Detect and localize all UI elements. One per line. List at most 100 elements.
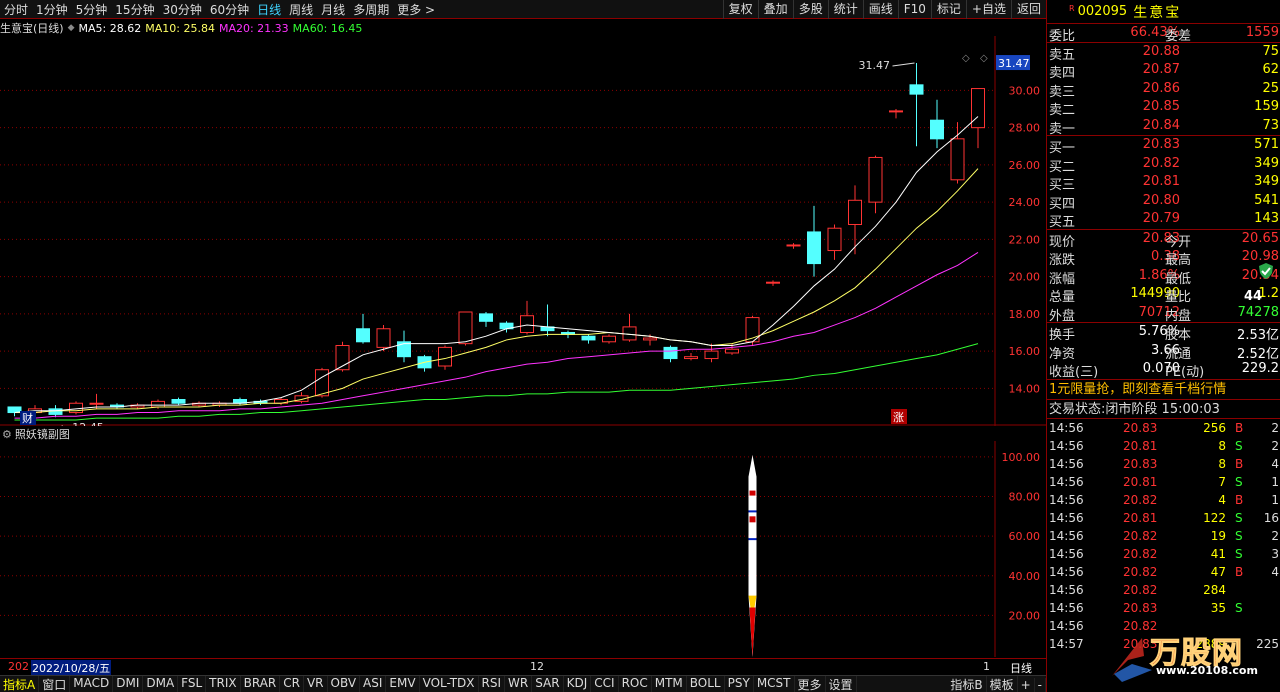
tick-count: 1 (1271, 474, 1279, 489)
collapse-icon[interactable]: ◆ (68, 23, 75, 33)
candle-body (950, 138, 965, 181)
indicator-right-button[interactable]: 模板 (987, 676, 1018, 692)
tick-time: 14:56 (1049, 564, 1084, 579)
tick-time: 14:56 (1049, 618, 1084, 633)
indicator-tab[interactable]: VOL-TDX (420, 675, 479, 692)
period-tab[interactable]: 5分钟 (72, 1, 112, 18)
indicator-tab[interactable]: RSI (479, 675, 506, 692)
shield-icon[interactable] (1257, 262, 1275, 280)
weibi-row: 委比 66.43% 委差 1559 (1047, 24, 1280, 44)
indicator-tab[interactable]: PSY (725, 675, 754, 692)
diamond-icon[interactable]: ◇ (980, 53, 988, 64)
quote-label: 涨跌 (1049, 253, 1076, 268)
indicator-tab[interactable]: BRAR (241, 675, 281, 692)
indicator-tab[interactable]: SAR (532, 675, 564, 692)
tool-button[interactable]: 标记 (930, 0, 966, 19)
tick-price: 20.82 (1123, 546, 1158, 561)
tool-button[interactable]: F10 (897, 0, 931, 19)
trade-state-time: 15:00:03 (1161, 401, 1220, 417)
period-tab[interactable]: 分时 (0, 1, 32, 18)
period-tab[interactable]: 月线 (317, 1, 349, 18)
indicator-tab[interactable]: VR (304, 675, 328, 692)
fund-label2: 股本 (1165, 328, 1192, 343)
indicator-tab[interactable]: TRIX (206, 675, 241, 692)
tick-row: 14:56 20.82 284 (1047, 581, 1280, 599)
tick-row: 14:56 20.81 8 S 2 (1047, 437, 1280, 455)
bid-price: 20.83 (1142, 137, 1180, 152)
price-tick-label: 18.00 (1009, 308, 1041, 321)
candle-body (315, 369, 329, 397)
tool-button[interactable]: 多股 (792, 0, 828, 19)
period-tab[interactable]: 30分钟 (159, 1, 206, 18)
indicator-tab[interactable]: OBV (328, 675, 361, 692)
weicha-value: 1559 (1245, 25, 1279, 40)
date-start: 202 (8, 660, 29, 673)
indicator-chart[interactable]: 100.00 80.00 60.00 40.00 20.00 (0, 441, 1046, 657)
tick-side: S (1235, 546, 1243, 561)
period-tab[interactable]: 15分钟 (111, 1, 158, 18)
sub-chart-header: ⚙ 照妖镜副图 (0, 427, 70, 442)
ma10-line (14, 168, 979, 414)
fund-row: 净资 3.66 流通 2.52亿 (1047, 342, 1280, 362)
quote-label: 现价 (1049, 234, 1076, 250)
indicator-tab[interactable]: MCST (754, 675, 795, 692)
candle-body (827, 227, 842, 252)
trade-state-label: 交易状态: (1049, 401, 1106, 417)
indicator-tab[interactable]: WR (505, 675, 533, 692)
indicator-tab[interactable]: ROC (619, 675, 652, 692)
indicator-marker (748, 510, 757, 513)
indicator-tab[interactable]: FSL (178, 675, 207, 692)
indicator-right-button[interactable]: + (1018, 677, 1035, 692)
period-tab[interactable]: 周线 (285, 1, 317, 18)
ask-volume: 159 (1254, 99, 1279, 114)
stock-header: R 002095 生意宝 (1047, 0, 1280, 24)
indicator-tab[interactable]: DMI (113, 675, 144, 692)
tool-button[interactable]: +自选 (965, 0, 1011, 19)
fundamentals: 换手 5.76% 股本 2.53亿 净资 3.66 流通 2.52亿 收益(三) 0.070 PE(… (1047, 323, 1280, 380)
candle-body (868, 156, 883, 203)
tick-count: 3 (1271, 546, 1279, 561)
sub-chart-settings-icon[interactable]: ⚙ (2, 428, 12, 441)
trade-state: 交易状态:闭市阶段 15:00:03 (1047, 400, 1280, 419)
period-label[interactable]: 日线 (1010, 660, 1032, 676)
period-tab[interactable]: 更多 > (393, 1, 439, 18)
candlestick-chart[interactable]: 30.00 28.00 26.00 24.00 22.00 20.00 18.00 16.00… (0, 36, 1046, 426)
indicator-tab[interactable]: CCI (591, 675, 619, 692)
indicator-tab[interactable]: 更多 (795, 675, 826, 692)
tool-button[interactable]: 返回 (1010, 0, 1046, 19)
indicator-tab[interactable]: DMA (143, 675, 179, 692)
indicator-tab[interactable]: CR (280, 675, 304, 692)
ma20-value: MA20: 21.33 (218, 21, 289, 35)
indicator-right-button[interactable]: - (1035, 677, 1046, 692)
period-tab[interactable]: 1分钟 (32, 1, 72, 18)
indicator-tab[interactable]: 指标A (0, 675, 40, 692)
tick-time: 14:56 (1049, 528, 1084, 543)
tool-button[interactable]: 叠加 (757, 0, 793, 19)
indicator-right-button[interactable]: 指标B (947, 676, 987, 692)
sub-tick-label: 80.00 (1009, 491, 1041, 504)
period-tab[interactable]: 日线 (253, 1, 285, 18)
indicator-tab[interactable]: ASI (360, 675, 387, 692)
bid-label: 买四 (1049, 196, 1076, 212)
indicator-tab[interactable]: BOLL (687, 675, 725, 692)
indicator-tab[interactable]: MTM (652, 675, 687, 692)
indicator-tab[interactable]: 设置 (826, 675, 857, 692)
ma5-line (14, 116, 979, 414)
tool-button[interactable]: 画线 (862, 0, 898, 19)
ask-price: 20.87 (1142, 62, 1180, 77)
tick-time: 14:56 (1049, 420, 1084, 435)
period-tab[interactable]: 多周期 (349, 1, 393, 18)
period-tab[interactable]: 60分钟 (206, 1, 253, 18)
bid-row: 买五 20.79 143 (1047, 210, 1280, 230)
indicator-tab[interactable]: EMV (386, 675, 420, 692)
weibi-label: 委比 (1049, 29, 1076, 44)
diamond-icon[interactable]: ◇ (962, 53, 970, 64)
tool-button[interactable]: 复权 (722, 0, 758, 19)
tool-button[interactable]: 统计 (827, 0, 863, 19)
price-tick-label: 26.00 (1009, 159, 1041, 172)
indicator-tab[interactable]: KDJ (564, 675, 592, 692)
indicator-tab[interactable]: 窗口 (39, 675, 71, 692)
indicator-tab[interactable]: MACD (70, 675, 114, 692)
bid-volume: 541 (1254, 192, 1279, 208)
promo-banner[interactable]: 1元限量抢，即刻查看千档行情 (1047, 380, 1280, 400)
